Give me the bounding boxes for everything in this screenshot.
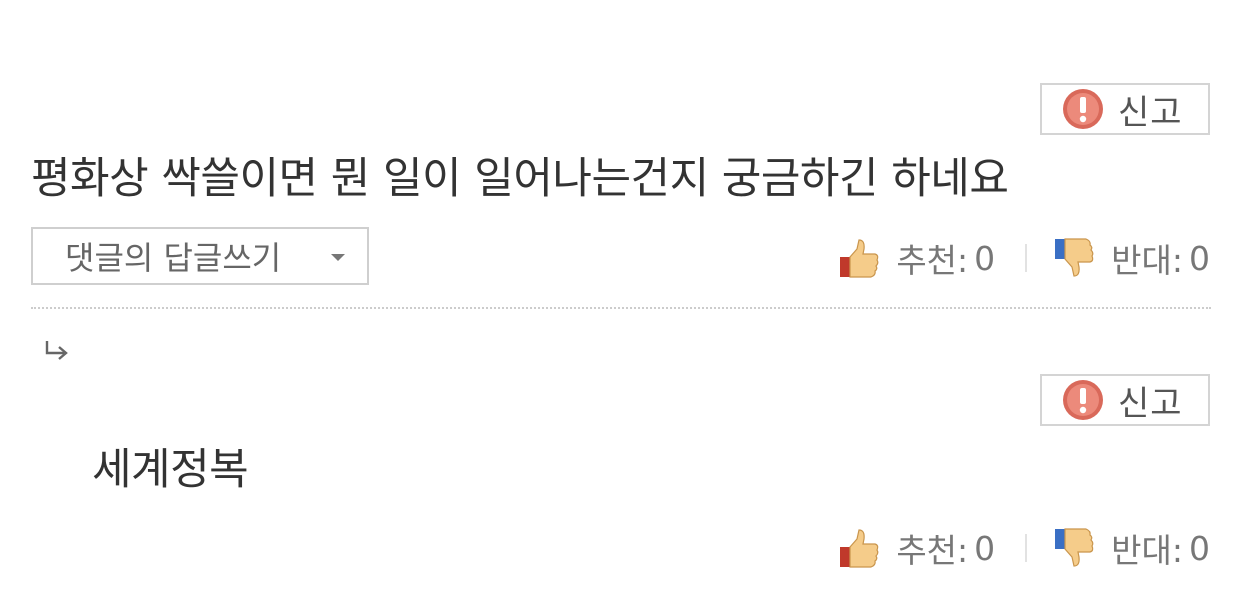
- comment-divider: [31, 307, 1211, 309]
- downvote-count: 0: [1189, 238, 1210, 278]
- report-label: 신고: [1118, 92, 1183, 133]
- warning-icon: [1063, 89, 1103, 129]
- reply-arrow-icon: [45, 341, 68, 360]
- downvote-button[interactable]: 반대: 0: [1053, 524, 1210, 572]
- caret-down-icon: [331, 254, 345, 261]
- thumbs-up-icon: [840, 529, 879, 568]
- warning-icon: [1063, 380, 1103, 420]
- vote-divider: [1025, 534, 1028, 562]
- reply-text: 세계정복: [92, 445, 249, 495]
- downvote-label: 반대:: [1111, 241, 1183, 280]
- upvote-count: 0: [974, 238, 996, 278]
- thumbs-down-icon: [1055, 238, 1094, 277]
- upvote-label: 추천:: [896, 531, 969, 570]
- downvote-count: 0: [1189, 528, 1210, 568]
- downvote-button[interactable]: 반대: 0: [1053, 234, 1210, 282]
- upvote-label: 추천:: [896, 241, 969, 280]
- upvote-count: 0: [974, 528, 996, 568]
- vote-bar: 추천: 0 반대: 0: [838, 234, 1210, 282]
- thumbs-down-icon: [1055, 528, 1094, 567]
- upvote-button[interactable]: 추천: 0: [838, 234, 995, 282]
- vote-bar: 추천: 0 반대: 0: [838, 524, 1210, 572]
- comment-text: 평화상 싹쓸이면 뭔 일이 일어나는건지 궁금하긴 하네요: [31, 154, 1009, 204]
- upvote-button[interactable]: 추천: 0: [838, 524, 995, 572]
- reply-toggle-label: 댓글의 답글쓰기: [65, 239, 282, 277]
- report-button[interactable]: 신고: [1040, 374, 1210, 426]
- downvote-label: 반대:: [1111, 531, 1183, 570]
- thumbs-up-icon: [840, 239, 879, 278]
- vote-divider: [1025, 244, 1028, 272]
- report-label: 신고: [1118, 383, 1183, 424]
- reply-to-comment-dropdown[interactable]: 댓글의 답글쓰기: [31, 227, 369, 285]
- report-button[interactable]: 신고: [1040, 83, 1210, 135]
